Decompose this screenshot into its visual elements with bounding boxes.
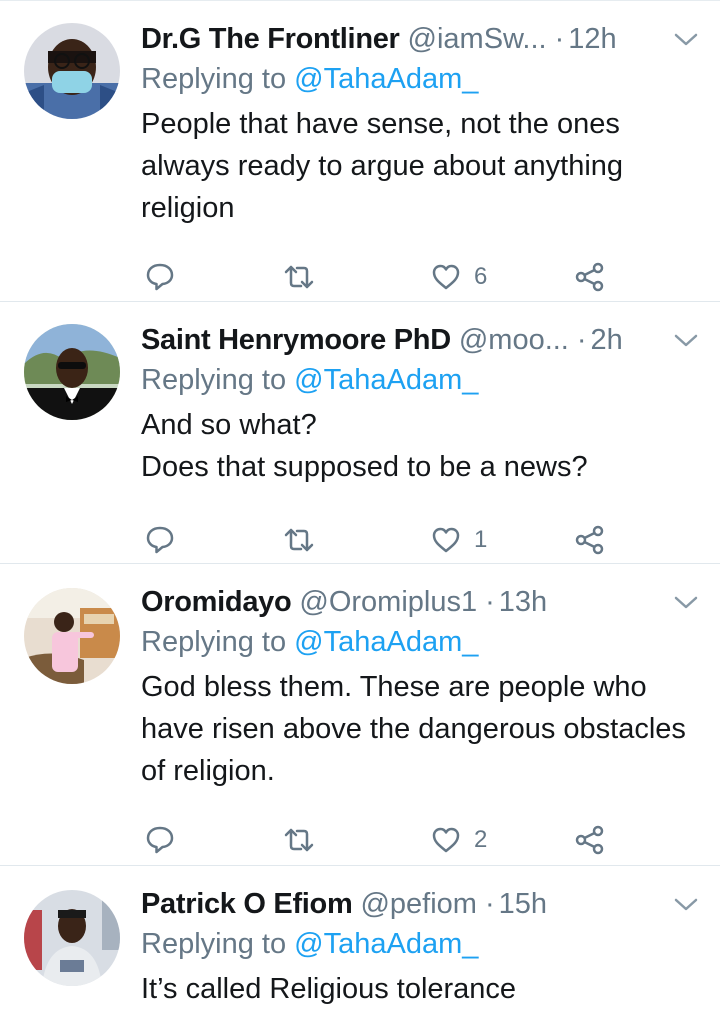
replying-to: Replying to @TahaAdam_ bbox=[141, 926, 696, 962]
tweet-header: Dr.G The Frontliner @iamSw... · 12h bbox=[141, 21, 696, 57]
tweet-reply[interactable]: Patrick O Efiom @pefiom · 15h Replying t… bbox=[0, 866, 720, 1026]
like-icon bbox=[432, 827, 460, 853]
tweet-text: It’s called Religious tolerance bbox=[141, 973, 517, 1005]
timestamp[interactable]: 15h bbox=[499, 886, 547, 922]
mention-link[interactable]: @TahaAdam_ bbox=[294, 626, 478, 658]
chevron-down-icon[interactable] bbox=[672, 328, 700, 352]
like-count: 6 bbox=[474, 263, 488, 290]
reply-icon bbox=[146, 263, 174, 291]
reply-button[interactable] bbox=[144, 820, 176, 860]
reply-icon bbox=[146, 526, 174, 554]
share-button[interactable] bbox=[574, 820, 606, 860]
avatar[interactable] bbox=[24, 324, 120, 420]
retweet-icon bbox=[284, 265, 314, 289]
retweet-button[interactable] bbox=[282, 820, 316, 860]
like-button[interactable]: 6 bbox=[430, 257, 487, 297]
timestamp[interactable]: 12h bbox=[568, 21, 616, 57]
mention-link[interactable]: @TahaAdam_ bbox=[294, 63, 478, 95]
share-icon bbox=[575, 262, 604, 292]
replying-to: Replying to @TahaAdam_ bbox=[141, 624, 696, 660]
chevron-down-icon[interactable] bbox=[672, 892, 700, 916]
share-button[interactable] bbox=[574, 520, 606, 560]
tweet-actions: 6 bbox=[144, 257, 696, 297]
chevron-down-icon[interactable] bbox=[672, 27, 700, 51]
like-button[interactable]: 1 bbox=[430, 520, 487, 560]
mention-link[interactable]: @TahaAdam_ bbox=[294, 928, 478, 960]
tweet-reply[interactable]: Dr.G The Frontliner @iamSw... · 12h Repl… bbox=[0, 1, 720, 302]
like-count: 1 bbox=[474, 526, 488, 553]
reply-feed: Dr.G The Frontliner @iamSw... · 12h Repl… bbox=[0, 0, 720, 1036]
mention-link[interactable]: @TahaAdam_ bbox=[294, 364, 478, 396]
replying-prefix: Replying to bbox=[141, 928, 287, 960]
share-icon bbox=[575, 525, 604, 555]
tweet-text: God bless them. These are people who hav… bbox=[141, 671, 686, 787]
user-handle[interactable]: @pefiom bbox=[360, 886, 476, 922]
tweet-header: Patrick O Efiom @pefiom · 15h bbox=[141, 886, 696, 922]
replying-prefix: Replying to bbox=[141, 364, 287, 396]
reply-button[interactable] bbox=[144, 520, 176, 560]
tweet-reply[interactable]: Oromidayo @Oromiplus1 · 13h Replying to … bbox=[0, 564, 720, 866]
replying-to: Replying to @TahaAdam_ bbox=[141, 61, 696, 97]
user-handle[interactable]: @Oromiplus1 bbox=[299, 584, 477, 620]
like-count: 2 bbox=[474, 826, 488, 853]
share-icon bbox=[575, 825, 604, 855]
tweet-actions: 2 bbox=[144, 820, 696, 860]
retweet-button[interactable] bbox=[282, 520, 316, 560]
tweet-reply[interactable]: Saint Henrymoore PhD @moo... · 2h Replyi… bbox=[0, 302, 720, 564]
display-name[interactable]: Patrick O Efiom bbox=[141, 886, 353, 922]
reply-button[interactable] bbox=[144, 257, 176, 297]
display-name[interactable]: Saint Henrymoore PhD bbox=[141, 322, 451, 358]
tweet-header: Saint Henrymoore PhD @moo... · 2h bbox=[141, 322, 696, 358]
replying-prefix: Replying to bbox=[141, 63, 287, 95]
retweet-icon bbox=[284, 528, 314, 552]
avatar[interactable] bbox=[24, 890, 120, 986]
user-handle[interactable]: @iamSw... bbox=[408, 21, 547, 57]
avatar[interactable] bbox=[24, 588, 120, 684]
separator: · bbox=[554, 23, 565, 55]
user-handle[interactable]: @moo... bbox=[459, 322, 569, 358]
separator: · bbox=[484, 888, 495, 920]
share-button[interactable] bbox=[574, 257, 606, 297]
chevron-down-icon[interactable] bbox=[672, 590, 700, 614]
tweet-text: And so what? Does that supposed to be a … bbox=[141, 409, 588, 483]
tweet-actions: 1 bbox=[144, 520, 696, 560]
replying-prefix: Replying to bbox=[141, 626, 287, 658]
replying-to: Replying to @TahaAdam_ bbox=[141, 362, 696, 398]
retweet-button[interactable] bbox=[282, 257, 316, 297]
separator: · bbox=[485, 586, 495, 618]
retweet-icon bbox=[284, 828, 314, 852]
reply-icon bbox=[146, 826, 174, 854]
like-button[interactable]: 2 bbox=[430, 820, 487, 860]
timestamp[interactable]: 2h bbox=[591, 322, 623, 358]
like-icon bbox=[432, 527, 460, 553]
timestamp[interactable]: 13h bbox=[499, 584, 547, 620]
tweet-text: People that have sense, not the ones alw… bbox=[141, 108, 624, 224]
avatar[interactable] bbox=[24, 23, 120, 119]
separator: · bbox=[576, 324, 587, 356]
display-name[interactable]: Oromidayo bbox=[141, 584, 292, 620]
display-name[interactable]: Dr.G The Frontliner bbox=[141, 21, 400, 57]
tweet-header: Oromidayo @Oromiplus1 · 13h bbox=[141, 584, 696, 620]
like-icon bbox=[432, 264, 460, 290]
